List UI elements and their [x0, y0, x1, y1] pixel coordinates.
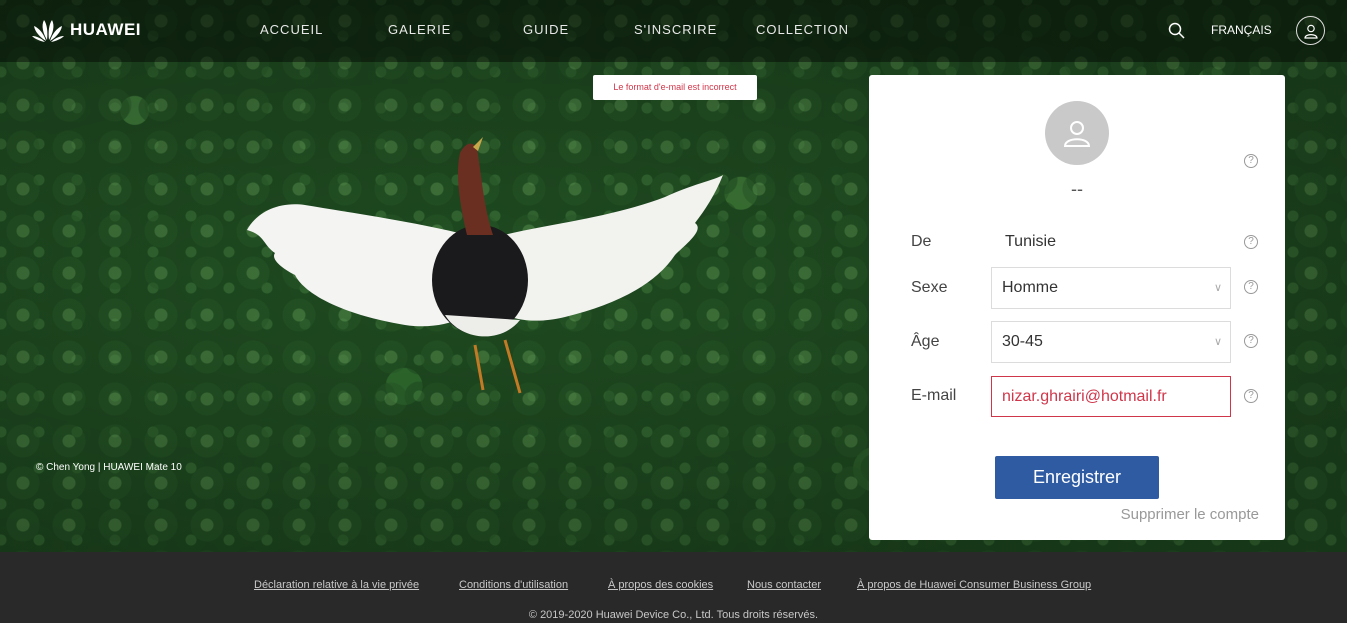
delete-account-link[interactable]: Supprimer le compte	[1121, 506, 1259, 523]
username: --	[1071, 179, 1083, 199]
copyright: © 2019-2020 Huawei Device Co., Ltd. Tous…	[528, 609, 819, 621]
chevron-down-icon: ∨	[1213, 336, 1222, 348]
account-button[interactable]	[1296, 16, 1325, 45]
help-icon[interactable]: ?	[1244, 280, 1258, 294]
age-select[interactable]: 30-45 ∨	[991, 321, 1231, 363]
footer-link-privacy[interactable]: Déclaration relative à la vie privée	[254, 579, 419, 591]
footer-link-cookies[interactable]: À propos des cookies	[608, 579, 713, 591]
sex-select-value: Homme	[1002, 279, 1059, 296]
photo-credit: © Chen Yong | HUAWEI Mate 10	[36, 462, 182, 473]
save-button[interactable]: Enregistrer	[995, 456, 1159, 499]
profile-panel: ? -- De Tunisie ? Sexe Homme ∨ ? Âge 30-…	[869, 75, 1285, 540]
nav-item-guide[interactable]: GUIDE	[523, 22, 569, 37]
huawei-flower-icon	[32, 20, 64, 42]
footer-link-contact[interactable]: Nous contacter	[747, 579, 821, 591]
email-error-tooltip: Le format d'e-mail est incorrect	[593, 75, 757, 100]
help-icon[interactable]: ?	[1244, 389, 1258, 403]
profile-avatar[interactable]	[1045, 101, 1109, 165]
chevron-down-icon: ∨	[1213, 282, 1222, 294]
nav-item-sinscrire[interactable]: S'INSCRIRE	[634, 22, 717, 37]
heron-image	[247, 137, 723, 394]
footer: Déclaration relative à la vie privée Con…	[0, 552, 1347, 623]
nav-item-galerie[interactable]: GALERIE	[388, 22, 451, 37]
user-icon	[1063, 121, 1091, 147]
top-navigation: HUAWEI ACCUEIL GALERIE GUIDE S'INSCRIRE …	[0, 0, 1347, 62]
nav-item-accueil[interactable]: ACCUEIL	[260, 22, 323, 37]
search-icon[interactable]	[1168, 22, 1185, 39]
help-icon[interactable]: ?	[1244, 235, 1258, 249]
from-label: De	[911, 233, 932, 250]
footer-link-about[interactable]: À propos de Huawei Consumer Business Gro…	[857, 579, 1091, 591]
sex-select[interactable]: Homme ∨	[991, 267, 1231, 309]
sex-label: Sexe	[911, 279, 948, 296]
nav-item-collection[interactable]: COLLECTION	[756, 22, 849, 37]
brand-name: HUAWEI	[70, 20, 141, 39]
age-select-value: 30-45	[1002, 333, 1043, 350]
help-icon[interactable]: ?	[1244, 334, 1258, 348]
email-label: E-mail	[911, 387, 957, 404]
brand-logo[interactable]: HUAWEI	[32, 18, 141, 42]
user-icon	[1303, 24, 1318, 39]
age-label: Âge	[911, 333, 940, 350]
email-field[interactable]: nizar.ghrairi@hotmail.fr	[991, 376, 1231, 417]
footer-link-terms[interactable]: Conditions d'utilisation	[459, 579, 568, 591]
help-icon[interactable]: ?	[1244, 154, 1258, 168]
from-value: Tunisie	[1005, 233, 1056, 250]
language-selector[interactable]: FRANÇAIS	[1211, 23, 1272, 37]
